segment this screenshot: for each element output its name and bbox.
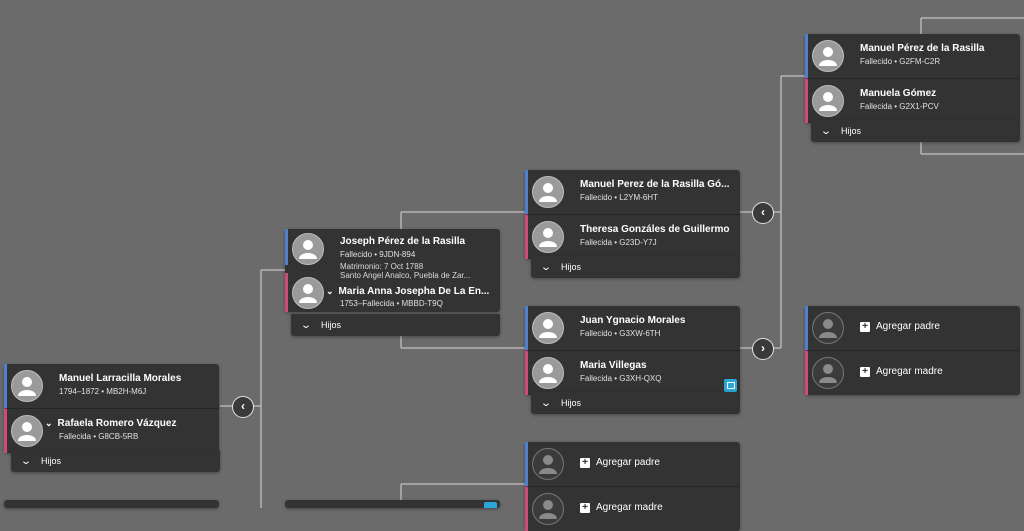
children-toggle-manuel-perez-go[interactable]: ⌄ Hijos xyxy=(531,256,740,278)
person-details: Fallecida • G3XH-QXQ xyxy=(580,374,662,383)
person-name: Juan Ygnacio Morales xyxy=(580,315,686,326)
person-silhouette-icon xyxy=(812,357,844,389)
children-toggle-manuel-perez-rasilla[interactable]: ⌄ Hijos xyxy=(811,120,1020,142)
children-label: Hijos xyxy=(561,398,582,408)
person-silhouette-icon xyxy=(11,415,43,447)
person-silhouette-icon xyxy=(812,85,844,117)
add-mother-label: Agregar madre xyxy=(876,366,943,377)
add-mother-row[interactable]: + Agregar madre xyxy=(525,486,740,531)
person-name: Theresa Gonzáles de Guillermo xyxy=(580,224,730,235)
person-name: Maria Anna Josepha De La En... xyxy=(338,286,490,297)
children-toggle-larracilla[interactable]: ⌄ Hijos xyxy=(11,450,220,472)
chevron-down-icon: ⌄ xyxy=(20,455,32,467)
person-manuela-gomez[interactable]: Manuela Gómez Fallecida • G2X1-PCV xyxy=(805,78,1020,123)
couple-card-manuel-perez-go: Manuel Perez de la Rasilla Gó... Falleci… xyxy=(525,170,740,259)
children-toggle-joseph[interactable]: ⌄ Hijos xyxy=(291,314,500,336)
person-details: Fallecido • 9JDN-894 xyxy=(340,250,416,259)
person-name: Manuela Gómez xyxy=(860,88,937,99)
person-silhouette-icon xyxy=(812,40,844,72)
record-hint-icon[interactable] xyxy=(484,502,497,508)
person-details: Fallecido • L2YM-6HT xyxy=(580,193,658,202)
record-hint-icon[interactable] xyxy=(724,379,737,392)
person-juan-ygnacio[interactable]: Juan Ygnacio Morales Fallecido • G3XW-6T… xyxy=(525,306,740,350)
chevron-down-icon[interactable]: ⌄ xyxy=(326,286,334,297)
couple-card-larracilla: Manuel Larracilla Morales 1794–1872 • MB… xyxy=(4,364,219,453)
chevron-down-icon: ⌄ xyxy=(540,397,552,409)
person-name: Joseph Pérez de la Rasilla xyxy=(340,236,466,247)
person-silhouette-icon xyxy=(532,221,564,253)
person-silhouette-icon xyxy=(812,312,844,344)
children-label: Hijos xyxy=(841,126,862,136)
chevron-down-icon: ⌄ xyxy=(300,319,312,331)
add-parents-card-right: + Agregar padre + Agregar madre xyxy=(805,306,1020,395)
person-maria-villegas[interactable]: Maria Villegas Fallecida • G3XH-QXQ xyxy=(525,350,740,395)
person-silhouette-icon xyxy=(11,370,43,402)
add-father-row[interactable]: + Agregar padre xyxy=(525,442,740,486)
couple-card-joseph: Joseph Pérez de la Rasilla Fallecido • 9… xyxy=(285,229,500,312)
person-name: Manuel Perez de la Rasilla Gó... xyxy=(580,179,730,190)
chevron-left-icon[interactable]: ‹ xyxy=(232,396,254,418)
person-details: Fallecida • G2X1-PCV xyxy=(860,102,939,111)
chevron-down-icon: ⌄ xyxy=(820,125,832,137)
person-details: 1753–Fallecida • MBBD-T9Q xyxy=(340,299,443,308)
couple-card-partial-left xyxy=(4,500,219,508)
add-father-row[interactable]: + Agregar padre xyxy=(805,306,1020,350)
person-details: Fallecida • G8CB-5RB xyxy=(59,432,139,441)
person-details: Fallecida • G23D-Y7J xyxy=(580,238,657,247)
person-name: Maria Villegas xyxy=(580,360,647,371)
person-name: Rafaela Romero Vázquez xyxy=(57,418,177,429)
couple-card-manuel-perez-rasilla: Manuel Pérez de la Rasilla Fallecido • G… xyxy=(805,34,1020,123)
person-manuel-perez-rasilla[interactable]: Manuel Pérez de la Rasilla Fallecido • G… xyxy=(805,34,1020,78)
add-mother-row[interactable]: + Agregar madre xyxy=(805,350,1020,395)
children-toggle-juan[interactable]: ⌄ Hijos xyxy=(531,392,740,414)
chevron-down-icon[interactable]: ⌄ xyxy=(45,418,53,429)
person-silhouette-icon xyxy=(532,357,564,389)
children-label: Hijos xyxy=(561,262,582,272)
person-details: Fallecido • G3XW-6TH xyxy=(580,329,661,338)
person-name-row: ⌄ Rafaela Romero Vázquez xyxy=(45,418,213,429)
person-joseph-perez[interactable]: Joseph Pérez de la Rasilla Fallecido • 9… xyxy=(285,229,500,265)
person-silhouette-icon xyxy=(532,448,564,480)
person-details: Fallecido • G2FM-C2R xyxy=(860,57,941,66)
marriage-date: Matrimonio: 7 Oct 1788 xyxy=(340,262,424,271)
plus-icon: + xyxy=(860,322,870,332)
person-name: Manuel Pérez de la Rasilla xyxy=(860,43,985,54)
couple-card-partial-middle xyxy=(285,500,500,508)
chevron-right-icon[interactable]: › xyxy=(752,338,774,360)
person-maria-anna-josepha[interactable]: ⌄ Maria Anna Josepha De La En... 1753–Fal… xyxy=(285,273,500,312)
person-name-row: ⌄ Maria Anna Josepha De La En... xyxy=(326,286,494,297)
person-name: Manuel Larracilla Morales xyxy=(59,373,182,384)
plus-icon: + xyxy=(580,458,590,468)
person-silhouette-icon xyxy=(532,493,564,525)
plus-icon: + xyxy=(580,503,590,513)
add-father-label: Agregar padre xyxy=(596,457,660,468)
couple-card-juan-ygnacio: Juan Ygnacio Morales Fallecido • G3XW-6T… xyxy=(525,306,740,395)
person-silhouette-icon xyxy=(532,312,564,344)
children-label: Hijos xyxy=(41,456,62,466)
person-details: 1794–1872 • MB2H-M6J xyxy=(59,387,147,396)
add-parents-card-bottom: + Agregar padre + Agregar madre xyxy=(525,442,740,531)
chevron-down-icon: ⌄ xyxy=(540,261,552,273)
chevron-left-icon[interactable]: ‹ xyxy=(752,202,774,224)
person-silhouette-icon xyxy=(292,233,324,265)
person-manuel-perez-go[interactable]: Manuel Perez de la Rasilla Gó... Falleci… xyxy=(525,170,740,214)
person-silhouette-icon xyxy=(292,277,324,309)
person-theresa-gonzales[interactable]: Theresa Gonzáles de Guillermo Fallecida … xyxy=(525,214,740,259)
children-label: Hijos xyxy=(321,320,342,330)
person-rafaela-romero[interactable]: ⌄ Rafaela Romero Vázquez Fallecida • G8CB… xyxy=(4,408,219,453)
add-father-label: Agregar padre xyxy=(876,321,940,332)
person-manuel-larracilla[interactable]: Manuel Larracilla Morales 1794–1872 • MB… xyxy=(4,364,219,408)
plus-icon: + xyxy=(860,367,870,377)
person-silhouette-icon xyxy=(532,176,564,208)
